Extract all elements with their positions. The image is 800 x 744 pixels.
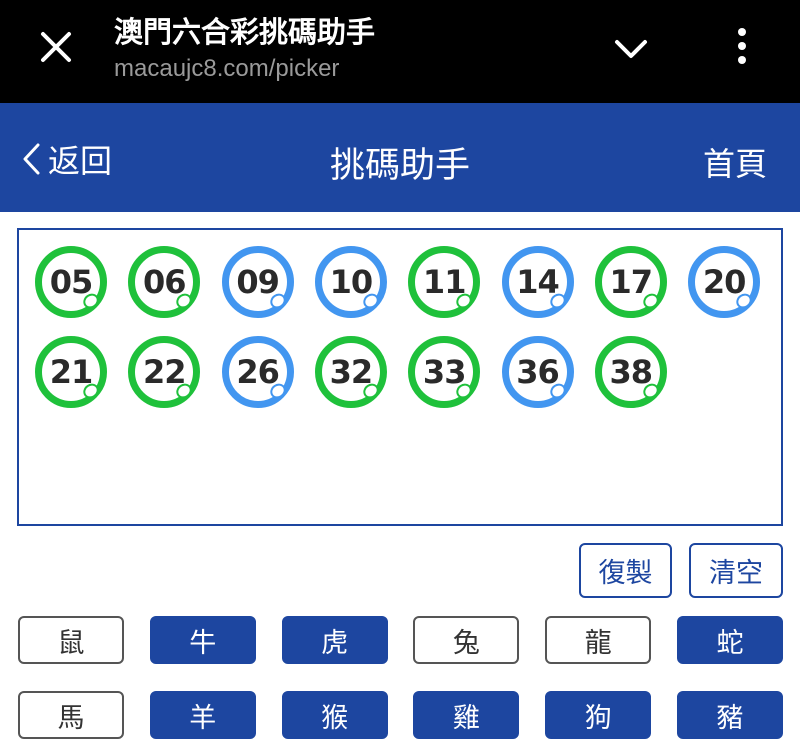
- number-ball-label: 17: [609, 263, 654, 301]
- number-ball-label: 22: [143, 353, 187, 391]
- zodiac-button[interactable]: 蛇: [677, 616, 783, 664]
- number-ball[interactable]: 38: [594, 336, 667, 408]
- number-ball-label: 11: [422, 263, 467, 301]
- more-menu-button[interactable]: [726, 26, 758, 70]
- number-ball[interactable]: 06: [128, 246, 201, 318]
- number-ball[interactable]: 10: [314, 246, 387, 318]
- zodiac-button[interactable]: 牛: [149, 616, 256, 664]
- zodiac-button[interactable]: 龍: [545, 616, 652, 664]
- close-icon: [41, 32, 71, 62]
- number-ball[interactable]: 17: [594, 246, 667, 318]
- number-ball-label: 36: [516, 353, 560, 391]
- number-ball-label: 06: [143, 263, 187, 301]
- picked-numbers-panel: 05 06 09 10 11 14 17 20 21 22 26 32 33 36 38: [17, 228, 783, 526]
- zodiac-button[interactable]: 豬: [677, 691, 783, 739]
- zodiac-button[interactable]: 兔: [413, 616, 520, 664]
- number-ball-label: 05: [49, 263, 94, 301]
- number-ball-label: 21: [49, 353, 94, 391]
- number-ball-label: 38: [609, 353, 654, 391]
- home-button[interactable]: 首頁: [703, 139, 767, 185]
- number-ball-label: 26: [236, 353, 280, 391]
- number-ball[interactable]: 09: [221, 246, 294, 318]
- clear-button[interactable]: 清空: [689, 543, 783, 598]
- zodiac-button[interactable]: 狗: [545, 691, 652, 739]
- number-ball[interactable]: 21: [35, 336, 107, 408]
- expand-button[interactable]: [611, 30, 651, 70]
- zodiac-button[interactable]: 羊: [149, 691, 256, 739]
- number-ball-label: 14: [516, 263, 560, 301]
- close-button[interactable]: [36, 27, 76, 67]
- zodiac-button[interactable]: 鼠: [18, 616, 124, 664]
- number-ball-label: 20: [702, 263, 747, 301]
- browser-bar: 澳門六合彩挑碼助手 macaujc8.com/picker: [0, 0, 800, 103]
- number-ball[interactable]: 20: [688, 246, 761, 318]
- more-vertical-icon: [738, 28, 746, 64]
- zodiac-button[interactable]: 虎: [281, 616, 388, 664]
- app-header: 返回 挑碼助手 首頁: [0, 103, 800, 212]
- number-ball[interactable]: 22: [128, 336, 201, 408]
- browser-page-title: 澳門六合彩挑碼助手: [114, 15, 376, 49]
- number-ball[interactable]: 05: [35, 246, 107, 318]
- number-ball-label: 10: [329, 263, 374, 301]
- copy-button[interactable]: 復製: [579, 543, 672, 598]
- browser-url[interactable]: macaujc8.com/picker: [114, 55, 339, 83]
- number-ball-label: 09: [236, 263, 280, 301]
- zodiac-button[interactable]: 雞: [413, 691, 520, 739]
- chevron-down-icon: [615, 40, 647, 58]
- number-ball-label: 33: [422, 353, 467, 391]
- zodiac-button[interactable]: 馬: [18, 691, 124, 739]
- number-ball[interactable]: 14: [501, 246, 574, 318]
- number-ball[interactable]: 26: [221, 336, 294, 408]
- number-ball[interactable]: 11: [408, 246, 481, 318]
- number-ball[interactable]: 32: [314, 336, 387, 408]
- zodiac-button[interactable]: 猴: [281, 691, 388, 739]
- number-ball-label: 32: [329, 353, 374, 391]
- number-ball[interactable]: 36: [501, 336, 574, 408]
- number-ball[interactable]: 33: [408, 336, 481, 408]
- page-title: 挑碼助手: [329, 146, 470, 186]
